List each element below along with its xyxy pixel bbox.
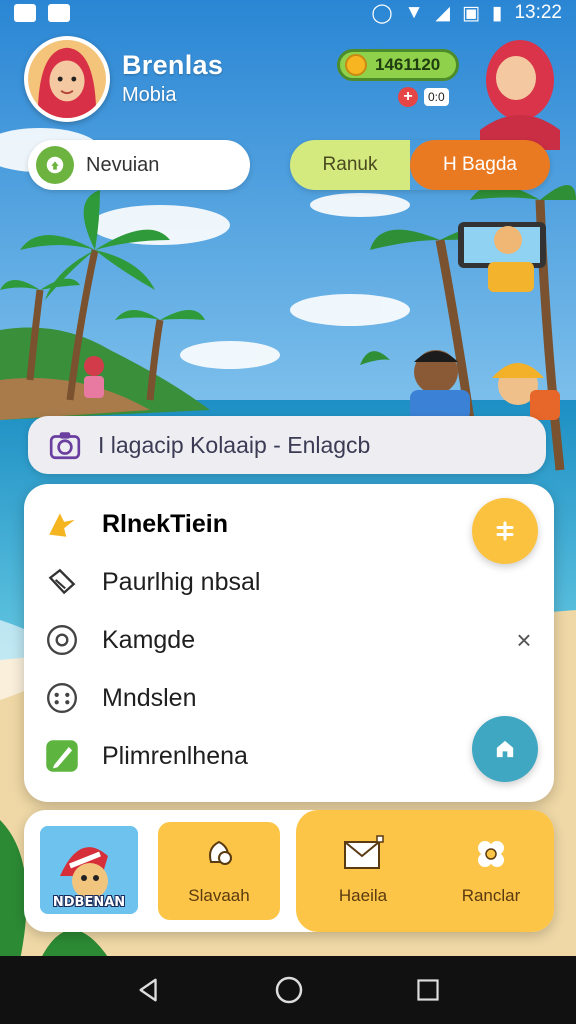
segmented-control: Ranuk H Bagda xyxy=(290,140,550,190)
dots-icon xyxy=(44,680,80,716)
navigation-button[interactable]: Nevuian xyxy=(28,140,250,190)
thumbnail-label: NDBENAN xyxy=(52,895,126,910)
dock-tile-label: Slavaah xyxy=(188,886,250,905)
dock-tile-label: Haeila xyxy=(338,886,388,905)
navigation-label: Nevuian xyxy=(86,153,160,176)
coin-counter[interactable]: 1461120 xyxy=(337,49,459,81)
search-bar[interactable]: I lagacip Kolaaip - Enlagcb xyxy=(28,416,546,474)
house-icon xyxy=(496,740,514,758)
dock-tile-haeila[interactable]: Haeila xyxy=(308,822,418,920)
profile-avatar[interactable] xyxy=(24,36,110,122)
menu-card: RlnekTiein Paurlhig nbsal Kamgde × Mndsl… xyxy=(24,484,554,802)
sparkle-icon xyxy=(44,506,80,542)
search-text: I lagacip Kolaaip - Enlagcb xyxy=(98,431,371,458)
mail-icon xyxy=(344,835,384,869)
segment-bagda[interactable]: H Bagda xyxy=(410,140,550,190)
avatar-image xyxy=(28,40,106,118)
signal-icon: ◢ xyxy=(435,2,451,24)
coin-icon xyxy=(345,54,367,76)
dock-tile-label: Ranclar xyxy=(461,886,521,905)
alarm-icon: ◯ xyxy=(371,2,393,24)
back-icon[interactable] xyxy=(135,976,163,1004)
menu-item-label: Mndslen xyxy=(102,683,197,712)
segment-rank[interactable]: Ranuk xyxy=(290,140,410,190)
sim-icon: ▣ xyxy=(462,2,480,24)
add-coins-icon[interactable]: + xyxy=(398,87,418,107)
edit-notification-icon xyxy=(48,4,70,22)
add-fab[interactable] xyxy=(472,498,538,564)
menu-item-label: Paurlhig nbsal xyxy=(102,567,261,596)
menu-item-1[interactable]: RlnekTiein xyxy=(44,504,228,544)
ticket-icon xyxy=(44,564,80,600)
system-nav-bar xyxy=(0,956,576,1024)
home-nav-icon[interactable] xyxy=(274,975,304,1005)
flower-icon xyxy=(478,841,504,867)
menu-item-label: Kamgde xyxy=(102,625,196,654)
app-notification-icon xyxy=(14,4,36,22)
home-fab[interactable] xyxy=(472,716,538,782)
badge-tag: 0:0 xyxy=(424,88,449,106)
menu-item-3[interactable]: Kamgde xyxy=(44,620,195,660)
close-icon[interactable]: × xyxy=(512,627,536,653)
character-small-girl xyxy=(84,356,104,398)
dock-tile-slavaah[interactable]: Slavaah xyxy=(158,822,280,920)
menu-item-5[interactable]: Plimrenlhena xyxy=(44,736,248,776)
coin-value: 1461120 xyxy=(375,55,441,74)
game-thumbnail[interactable]: NDBENAN xyxy=(40,826,138,914)
menu-item-label: RlnekTiein xyxy=(102,509,228,538)
app-subtitle: Mobia xyxy=(122,84,177,106)
menu-item-4[interactable]: Mndslen xyxy=(44,678,197,718)
recents-icon[interactable] xyxy=(415,977,441,1003)
bell-icon xyxy=(209,840,232,865)
dock-tile-ranclar[interactable]: Ranclar xyxy=(436,822,546,920)
circle-icon xyxy=(44,622,80,658)
menu-item-2[interactable]: Paurlhig nbsal xyxy=(44,562,260,602)
app-title: Brenlas xyxy=(122,50,224,80)
battery-icon: ▮ xyxy=(491,2,503,24)
home-icon xyxy=(36,146,74,184)
shortcut-dock: NDBENAN Slavaah Haeila Ranclar xyxy=(24,810,554,932)
pencil-icon xyxy=(44,738,80,774)
clock: 13:22 xyxy=(514,2,562,23)
wifi-icon: ▼ xyxy=(404,2,424,23)
plus-icon xyxy=(496,521,514,541)
menu-item-label: Plimrenlhena xyxy=(102,741,248,770)
camera-icon[interactable] xyxy=(48,428,82,462)
status-bar: ◯ ▼ ◢ ▣ ▮ 13:22 xyxy=(0,0,576,26)
